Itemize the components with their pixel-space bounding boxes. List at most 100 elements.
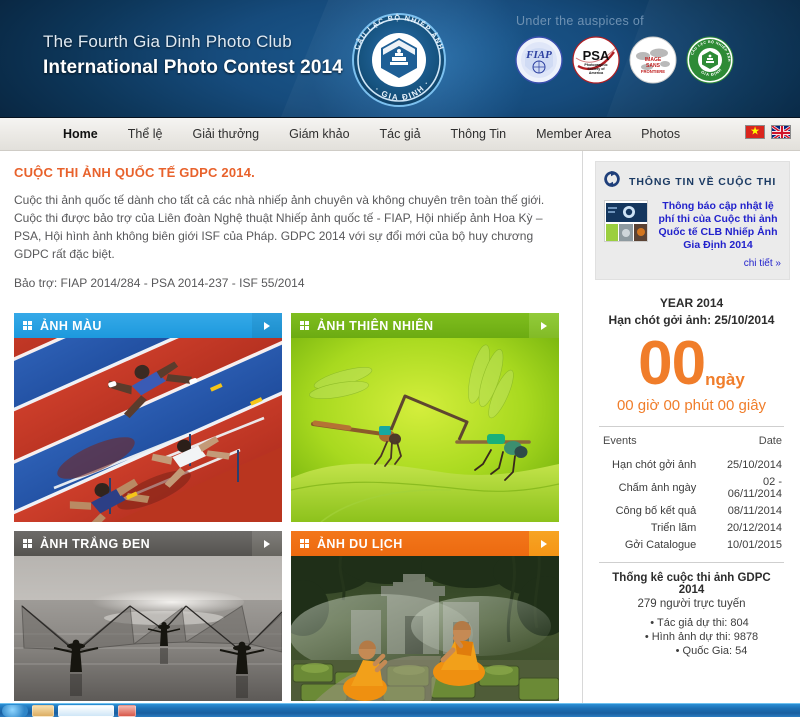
sponsorship-line: Bảo trợ: FIAP 2014/284 - PSA 2014-237 - … bbox=[14, 276, 305, 290]
refresh-circle-icon bbox=[604, 171, 620, 192]
sidebar-top: THÔNG TIN VỀ CUỘC THI Thông báo cập nhật… bbox=[583, 151, 800, 280]
statistics-online: 279 người trực tuyến bbox=[637, 598, 746, 610]
category-photo-damselflies[interactable] bbox=[291, 338, 559, 522]
category-header-anh-du-lich[interactable]: ẢNH DU LỊCH bbox=[291, 531, 559, 556]
nav-item-the-le[interactable]: Thể lệ bbox=[113, 127, 178, 141]
news-title[interactable]: Thông báo cập nhật lệ phí thi của Cuộc t… bbox=[655, 200, 781, 252]
grid-dots-icon bbox=[23, 539, 33, 548]
arrow-right-icon[interactable] bbox=[529, 531, 559, 556]
site-title-line1: The Fourth Gia Dinh Photo Club bbox=[43, 32, 292, 51]
contest-info-title: THÔNG TIN VỀ CUỘC THI bbox=[629, 175, 777, 188]
language-flags: ★ bbox=[745, 125, 791, 139]
nav-item-thong-tin[interactable]: Thông Tin bbox=[436, 127, 522, 141]
table-row: Chấm ảnh ngày 02 - 06/11/2014 bbox=[599, 473, 784, 502]
svg-text:PSA: PSA bbox=[583, 48, 610, 63]
gdpc-green-logo[interactable]: CÂU LẠC BỘ NHIẾP ẢNH GIA ĐỊNH bbox=[686, 36, 734, 84]
event-name: Công bố kết quả bbox=[615, 504, 697, 517]
category-label: ẢNH THIÊN NHIÊN bbox=[317, 318, 434, 333]
news-thumbnail bbox=[604, 200, 648, 242]
list-item: Hình ảnh dự thi: 9878 bbox=[599, 630, 784, 644]
page-title: CUỘC THI ẢNH QUỐC TẾ GDPC 2014. bbox=[14, 165, 255, 180]
category-grid: ẢNH MÀU ẢNH THIÊN NHIÊN ẢNH TRẮNG ĐEN ẢN… bbox=[0, 303, 582, 701]
countdown-block: YEAR 2014 Hạn chót gởi ảnh: 25/10/2014 0… bbox=[583, 280, 800, 414]
grid-dots-icon bbox=[300, 539, 310, 548]
nav-item-giam-khao[interactable]: Giám khảo bbox=[274, 127, 364, 141]
sponsor-logos: FIAP PSA Photographic Society of America bbox=[515, 36, 734, 84]
nav-item-tac-gia[interactable]: Tác giả bbox=[365, 127, 436, 141]
contest-info-header: THÔNG TIN VỀ CUỘC THI bbox=[604, 171, 781, 192]
countdown-days-unit: ngày bbox=[705, 370, 745, 389]
category-card-anh-du-lich[interactable]: ẢNH DU LỊCH bbox=[291, 531, 559, 701]
table-row: Triển lãm 20/12/2014 bbox=[599, 519, 784, 536]
psa-logo[interactable]: PSA Photographic Society of America bbox=[572, 36, 620, 84]
event-name: Hạn chót gởi ảnh bbox=[612, 458, 697, 471]
svg-text:America: America bbox=[589, 71, 604, 75]
isf-logo[interactable]: IMAGE SANS FRONTIERE bbox=[629, 36, 677, 84]
category-label: ẢNH TRẮNG ĐEN bbox=[40, 536, 151, 551]
countdown-year: YEAR 2014 bbox=[659, 296, 724, 310]
page-body: CUỘC THI ẢNH QUỐC TẾ GDPC 2014. Cuộc thi… bbox=[0, 151, 800, 717]
category-card-anh-thien-nhien[interactable]: ẢNH THIÊN NHIÊN bbox=[291, 313, 559, 522]
grid-dots-icon bbox=[23, 321, 33, 330]
main-navigation: Home Thể lệ Giải thưởng Giám khảo Tác gi… bbox=[0, 118, 800, 151]
event-name: Triển lãm bbox=[650, 521, 697, 534]
taskbar-item-explorer[interactable] bbox=[32, 704, 54, 717]
statistics-block: Thống kê cuộc thi ảnh GDPC 2014 279 ngườ… bbox=[599, 562, 784, 658]
flag-uk-icon[interactable] bbox=[771, 125, 791, 139]
category-label: ẢNH MÀU bbox=[40, 318, 102, 333]
nav-item-photos[interactable]: Photos bbox=[626, 127, 695, 141]
category-header-anh-trang-den[interactable]: ẢNH TRẮNG ĐEN bbox=[14, 531, 282, 556]
arrow-right-icon[interactable] bbox=[252, 531, 282, 556]
category-header-anh-mau[interactable]: ẢNH MÀU bbox=[14, 313, 282, 338]
main-content: CUỘC THI ẢNH QUỐC TẾ GDPC 2014. Cuộc thi… bbox=[0, 151, 582, 717]
statistics-title: Thống kê cuộc thi ảnh GDPC 2014 bbox=[612, 572, 771, 596]
category-card-anh-mau[interactable]: ẢNH MÀU bbox=[14, 313, 282, 522]
club-logo[interactable]: CÂU LẠC BỘ NHIẾP ẢNH · GIA ĐỊNH · bbox=[343, 10, 455, 110]
events-col-event: Events bbox=[603, 435, 637, 447]
site-title-line2: International Photo Contest 2014 bbox=[43, 57, 343, 78]
sidebar: THÔNG TIN VỀ CUỘC THI Thông báo cập nhật… bbox=[582, 151, 800, 717]
event-date: 10/01/2015 bbox=[726, 538, 782, 551]
category-photo-hurdles-race[interactable] bbox=[14, 338, 282, 522]
table-row: Hạn chót gởi ảnh 25/10/2014 bbox=[599, 456, 784, 473]
category-photo-monks-temple[interactable] bbox=[291, 556, 559, 701]
statistics-list: Tác giả dự thi: 804 Hình ảnh dự thi: 987… bbox=[599, 616, 784, 658]
taskbar-item-browser-active[interactable] bbox=[58, 704, 114, 717]
windows-taskbar[interactable] bbox=[0, 703, 800, 717]
event-date: 02 - 06/11/2014 bbox=[727, 475, 782, 500]
fiap-logo[interactable]: FIAP bbox=[515, 36, 563, 84]
countdown-hms: 00 giờ 00 phút 00 giây bbox=[616, 397, 767, 414]
event-date: 08/11/2014 bbox=[727, 504, 782, 517]
category-card-anh-trang-den[interactable]: ẢNH TRẮNG ĐEN bbox=[14, 531, 282, 701]
contest-info-box: THÔNG TIN VỀ CUỘC THI Thông báo cập nhật… bbox=[595, 161, 790, 280]
event-name: Gởi Catalogue bbox=[624, 538, 697, 551]
nav-item-giai-thuong[interactable]: Giải thưởng bbox=[177, 127, 274, 141]
nav-item-member-area[interactable]: Member Area bbox=[521, 127, 626, 141]
countdown-days: 00 bbox=[638, 329, 706, 398]
taskbar-item-app[interactable] bbox=[118, 704, 136, 717]
nav-item-home[interactable]: Home bbox=[48, 127, 113, 141]
table-row: Gởi Catalogue 10/01/2015 bbox=[599, 536, 784, 553]
news-item[interactable]: Thông báo cập nhật lệ phí thi của Cuộc t… bbox=[604, 200, 781, 252]
start-button[interactable] bbox=[2, 704, 28, 717]
list-item: Tác giả dự thi: 804 bbox=[599, 616, 784, 630]
flag-vietnam-icon[interactable]: ★ bbox=[745, 125, 765, 139]
auspices-label: Under the auspices of bbox=[516, 14, 644, 28]
events-col-date: Date bbox=[758, 435, 782, 447]
intro-section: CUỘC THI ẢNH QUỐC TẾ GDPC 2014. Cuộc thi… bbox=[0, 151, 582, 292]
arrow-right-icon[interactable] bbox=[529, 313, 559, 338]
category-photo-fishermen-bw[interactable] bbox=[14, 556, 282, 701]
event-date: 25/10/2014 bbox=[726, 458, 782, 471]
event-name: Chấm ảnh ngày bbox=[618, 481, 697, 494]
event-date: 20/12/2014 bbox=[726, 521, 782, 534]
site-header: The Fourth Gia Dinh Photo Club Internati… bbox=[0, 0, 800, 118]
category-label: ẢNH DU LỊCH bbox=[317, 536, 403, 551]
arrow-right-icon[interactable] bbox=[252, 313, 282, 338]
news-more-link[interactable]: chi tiết » bbox=[604, 258, 781, 269]
nav-items: Home Thể lệ Giải thưởng Giám khảo Tác gi… bbox=[48, 127, 695, 141]
category-header-anh-thien-nhien[interactable]: ẢNH THIÊN NHIÊN bbox=[291, 313, 559, 338]
table-row: Công bố kết quả 08/11/2014 bbox=[599, 502, 784, 519]
events-table-wrap: Events Date Hạn chót gởi ảnh 25/10/2014 … bbox=[599, 426, 784, 553]
list-item: Quốc Gia: 54 bbox=[599, 644, 784, 658]
browser-page: The Fourth Gia Dinh Photo Club Internati… bbox=[0, 0, 800, 717]
